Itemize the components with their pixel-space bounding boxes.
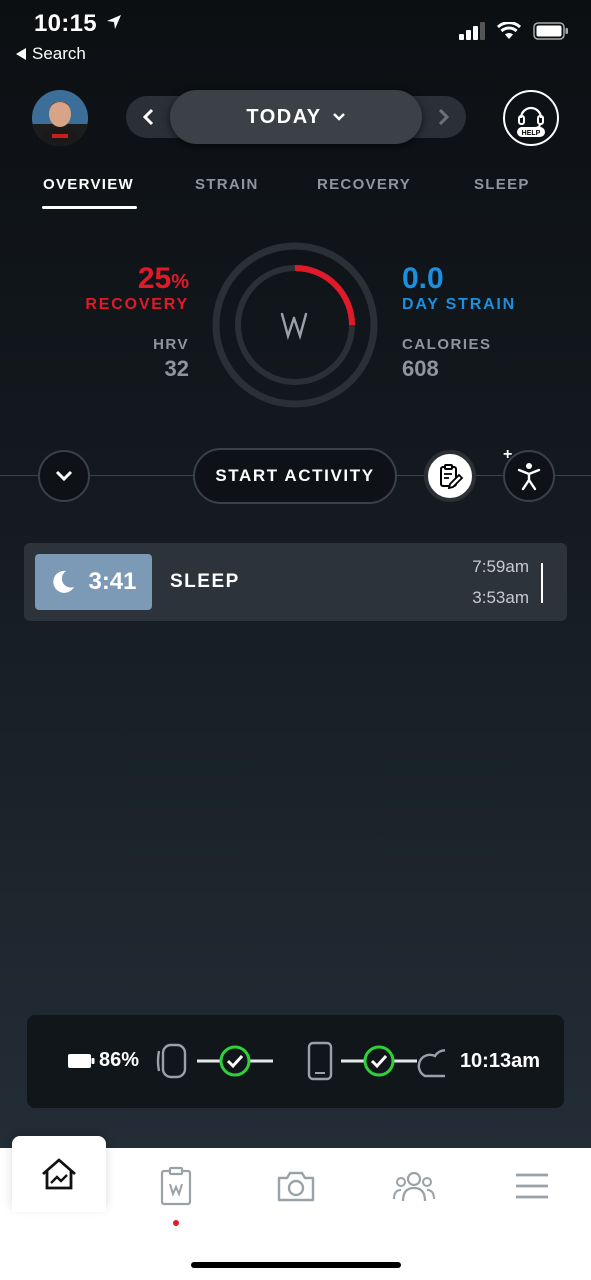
nav-journal[interactable]	[128, 1148, 224, 1224]
nav-menu[interactable]	[484, 1148, 580, 1224]
chevron-left-icon	[142, 108, 154, 126]
chevron-down-icon	[55, 470, 73, 482]
community-icon	[393, 1171, 435, 1202]
strap-battery: 86%	[67, 1049, 139, 1072]
whoop-logo-icon	[280, 312, 308, 341]
previous-day-button[interactable]	[126, 96, 170, 138]
signal-icon	[459, 22, 485, 40]
status-time: 10:15	[34, 10, 122, 38]
tab-strain[interactable]: STRAIN	[195, 176, 259, 193]
home-indicator[interactable]	[191, 1262, 401, 1268]
wifi-icon	[497, 22, 521, 39]
tab-overview[interactable]: OVERVIEW	[43, 176, 134, 193]
chevron-right-icon	[438, 108, 450, 126]
sleep-start-time: 3:53am	[472, 588, 529, 607]
status-indicators	[459, 22, 569, 40]
battery-icon	[68, 1053, 95, 1068]
last-sync-time: 10:13am	[459, 1050, 540, 1072]
date-label: TODAY	[246, 105, 322, 128]
journal-icon	[160, 1166, 192, 1206]
person-activity-icon	[517, 463, 541, 491]
chevron-down-icon	[332, 113, 345, 121]
recovery-value[interactable]: 25%	[138, 262, 189, 296]
journal-edit-icon	[440, 464, 463, 489]
notification-dot	[173, 1220, 179, 1226]
back-triangle-icon	[16, 48, 26, 60]
help-label: HELP	[522, 130, 541, 137]
sleep-end-time: 7:59am	[472, 557, 529, 576]
nav-camera[interactable]	[248, 1148, 344, 1224]
battery-percent: 86%	[99, 1049, 140, 1071]
calories-value: 608	[402, 356, 439, 381]
strap-icon	[156, 1043, 187, 1079]
back-to-search[interactable]: Search	[16, 44, 86, 64]
next-day-button[interactable]	[422, 96, 466, 138]
day-strain-value[interactable]: 0.0	[402, 262, 444, 296]
add-activity-button[interactable]	[503, 450, 555, 502]
profile-photo	[32, 90, 88, 146]
day-strain-label: DAY STRAIN	[402, 296, 517, 313]
cloud-icon	[417, 1049, 445, 1078]
tab-recovery[interactable]: RECOVERY	[317, 176, 411, 193]
hrv-label: HRV	[153, 336, 189, 353]
hrv-value: 32	[164, 356, 189, 381]
avatar[interactable]	[32, 90, 88, 146]
check-icon	[363, 1045, 395, 1077]
camera-icon	[277, 1171, 315, 1202]
date-navigator: TODAY	[126, 90, 466, 144]
sleep-title: SLEEP	[170, 571, 240, 592]
location-arrow-icon	[106, 15, 121, 29]
sleep-duration: 3:41	[88, 568, 137, 595]
home-icon	[42, 1158, 76, 1190]
headset-icon: HELP	[517, 106, 545, 137]
sleep-duration-badge: 3:41	[35, 554, 152, 610]
sleep-timeline-bar	[541, 563, 543, 603]
calories-label: CALORIES	[402, 336, 492, 353]
phone-icon	[307, 1041, 333, 1081]
recovery-label: RECOVERY	[85, 296, 189, 313]
moon-icon	[53, 570, 75, 593]
journal-button[interactable]	[424, 450, 476, 502]
sync-chain	[156, 1041, 445, 1081]
start-activity-button[interactable]: START ACTIVITY	[193, 448, 397, 504]
recovery-unit: %	[171, 271, 189, 293]
check-icon	[219, 1045, 251, 1077]
expand-button[interactable]	[38, 450, 90, 502]
back-label: Search	[32, 44, 86, 63]
tab-sleep[interactable]: SLEEP	[474, 176, 530, 193]
sync-status-bar[interactable]: 86% 10:13am	[27, 1015, 564, 1108]
nav-community[interactable]	[366, 1148, 462, 1224]
active-tab-indicator	[42, 206, 137, 209]
help-button[interactable]: HELP	[503, 90, 559, 146]
recovery-strain-ring[interactable]	[212, 242, 378, 408]
recovery-number: 25	[137, 262, 172, 295]
date-selector[interactable]: TODAY	[170, 90, 422, 144]
bottom-nav	[0, 1136, 591, 1280]
nav-home[interactable]	[12, 1136, 106, 1212]
sleep-activity-card[interactable]: 3:41 SLEEP 7:59am 3:53am	[24, 543, 567, 621]
menu-icon	[516, 1173, 548, 1199]
battery-status-icon	[533, 22, 568, 40]
